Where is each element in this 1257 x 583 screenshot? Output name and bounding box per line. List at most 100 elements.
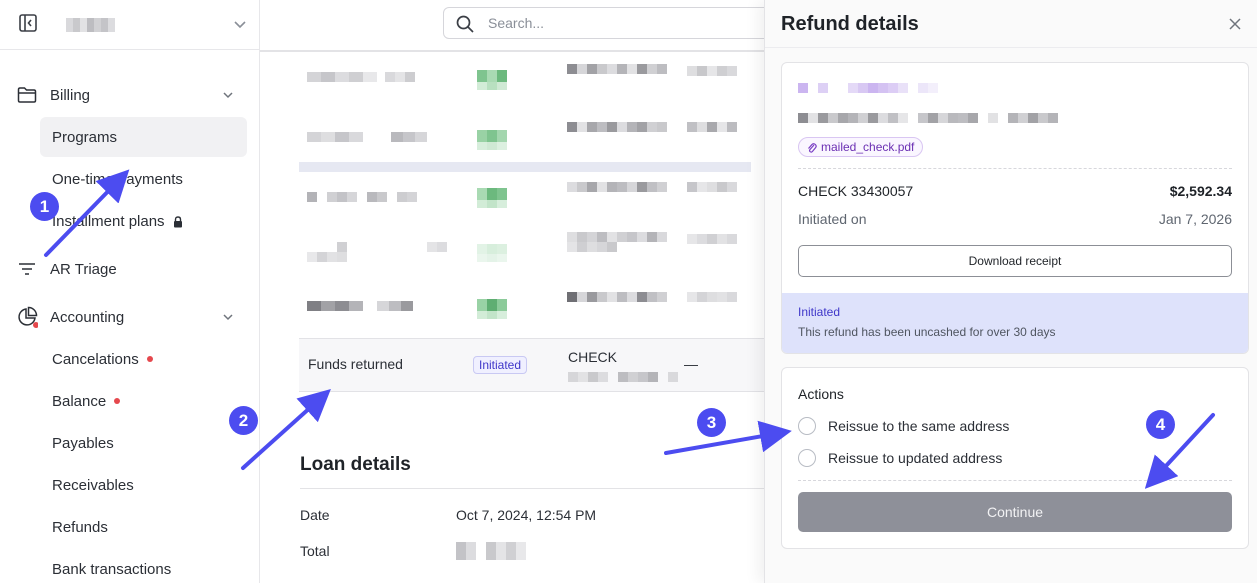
annotation-number-3: 3 xyxy=(697,408,726,437)
download-receipt-button[interactable]: Download receipt xyxy=(798,245,1232,277)
redacted-cell xyxy=(687,292,737,302)
chevron-down-icon[interactable] xyxy=(220,309,236,325)
sidebar-item-label: Balance xyxy=(52,392,107,410)
chevron-down-icon[interactable] xyxy=(232,16,248,32)
sidebar-item-label: Payables xyxy=(52,434,114,452)
redacted-method xyxy=(567,182,667,192)
lock-icon xyxy=(173,215,183,228)
detail-label: Date xyxy=(300,507,330,523)
refund-details-panel: Refund details mailed_check.pdf CHECK 33… xyxy=(764,0,1257,583)
redacted-status xyxy=(477,244,507,262)
redacted-cell xyxy=(687,66,737,76)
redacted-cell xyxy=(456,542,546,560)
nav-section-ar-triage[interactable]: AR Triage xyxy=(16,255,246,283)
sidebar-item-label: Programs xyxy=(52,128,118,146)
sidebar-item-payables[interactable]: Payables xyxy=(40,423,247,463)
actions-card: Actions Reissue to the same address Reis… xyxy=(781,367,1249,549)
actions-title: Actions xyxy=(798,386,844,402)
sidebar-item-one-time-payments[interactable]: One-time payments xyxy=(40,159,247,199)
sidebar-item-receivables[interactable]: Receivables xyxy=(40,465,247,505)
sidebar-item-label: One-time payments xyxy=(52,170,183,188)
workspace-switcher[interactable] xyxy=(66,18,118,32)
initiated-label: Initiated on xyxy=(798,211,867,227)
sidebar-collapse-icon[interactable] xyxy=(18,13,38,33)
alert-dot xyxy=(114,398,121,404)
sidebar-item-label: Installment plans xyxy=(52,212,165,230)
divider xyxy=(300,488,765,489)
sidebar-item-bank-transactions[interactable]: Bank transactions xyxy=(40,549,247,583)
redacted-cell xyxy=(307,301,447,311)
redacted-status xyxy=(477,299,507,319)
redacted-status xyxy=(477,70,507,90)
close-icon[interactable] xyxy=(1227,16,1243,32)
empty-value: — xyxy=(684,356,698,372)
nav-section-label: Billing xyxy=(50,86,91,104)
redacted-method xyxy=(567,292,667,302)
redacted-cell xyxy=(307,242,447,262)
attachment-chip[interactable]: mailed_check.pdf xyxy=(798,137,924,157)
sidebar-item-installment-plans[interactable]: Installment plans xyxy=(40,201,247,241)
radio-label: Reissue to the same address xyxy=(828,418,1010,434)
radio-button[interactable] xyxy=(798,449,816,467)
divider xyxy=(798,480,1232,481)
paperclip-icon xyxy=(808,143,817,153)
sidebar: Billing Programs One-time payments Insta… xyxy=(0,0,260,583)
filter-lines-icon xyxy=(16,258,38,280)
radio-button[interactable] xyxy=(798,417,816,435)
redacted-method xyxy=(567,232,667,252)
search-input[interactable]: Search... xyxy=(443,7,773,39)
annotation-number-2: 2 xyxy=(229,406,258,435)
refund-summary-card: mailed_check.pdf CHECK 33430057 $2,592.3… xyxy=(781,62,1249,354)
redacted-status xyxy=(477,188,507,208)
radio-reissue-same-address[interactable]: Reissue to the same address xyxy=(798,416,1009,436)
radio-reissue-updated-address[interactable]: Reissue to updated address xyxy=(798,448,1002,468)
redacted-cell xyxy=(307,72,447,82)
sidebar-item-programs[interactable]: Programs xyxy=(40,117,247,157)
sidebar-item-label: Bank transactions xyxy=(52,560,172,578)
table-row[interactable]: Funds returned Initiated CHECK — xyxy=(299,338,769,392)
redacted-cell xyxy=(307,132,447,142)
continue-button[interactable]: Continue xyxy=(798,492,1232,532)
divider xyxy=(798,168,1232,169)
annotation-number-1: 1 xyxy=(30,192,59,221)
sidebar-item-label: Cancelations xyxy=(52,350,139,368)
alert-dot xyxy=(146,356,153,362)
detail-value: Oct 7, 2024, 12:54 PM xyxy=(456,507,597,523)
initiated-date: Jan 7, 2026 xyxy=(1158,211,1232,227)
search-placeholder: Search... xyxy=(488,15,545,31)
section-title: Loan details xyxy=(300,454,411,475)
status-banner: Initiated This refund has been uncashed … xyxy=(782,293,1248,353)
folder-icon xyxy=(16,84,38,106)
annotation-arrow-3 xyxy=(664,420,792,455)
check-number: CHECK 33430057 xyxy=(798,183,914,199)
annotation-number-4: 4 xyxy=(1146,410,1175,439)
nav-section-label: AR Triage xyxy=(50,260,117,278)
redacted-method xyxy=(567,122,667,132)
sidebar-item-cancelations[interactable]: Cancelations xyxy=(40,339,247,379)
panel-title: Refund details xyxy=(781,13,919,35)
status-badge: Initiated xyxy=(473,356,528,374)
redacted-cell xyxy=(687,234,737,244)
detail-label: Total xyxy=(300,543,330,559)
redacted-status xyxy=(477,130,507,150)
refund-amount: $2,592.34 xyxy=(1169,183,1232,199)
status-title: Initiated xyxy=(798,305,841,319)
divider xyxy=(260,50,765,52)
search-icon xyxy=(456,15,474,33)
nav-section-billing[interactable]: Billing xyxy=(16,81,246,109)
divider xyxy=(765,47,1257,48)
redacted-cell xyxy=(687,182,737,192)
nav-section-accounting[interactable]: Accounting xyxy=(16,303,246,331)
redacted-cell xyxy=(687,122,737,132)
redacted-cell xyxy=(568,372,678,382)
attachment-name: mailed_check.pdf xyxy=(821,140,915,154)
sidebar-item-refunds[interactable]: Refunds xyxy=(40,507,247,547)
sidebar-item-label: Receivables xyxy=(52,476,134,494)
redacted-recipient-name xyxy=(798,83,938,93)
sidebar-item-balance[interactable]: Balance xyxy=(40,381,247,421)
pie-chart-icon xyxy=(16,306,38,328)
redacted-cell xyxy=(307,192,447,202)
nav-section-label: Accounting xyxy=(50,308,125,326)
radio-label: Reissue to updated address xyxy=(828,450,1003,466)
chevron-down-icon[interactable] xyxy=(220,87,236,103)
